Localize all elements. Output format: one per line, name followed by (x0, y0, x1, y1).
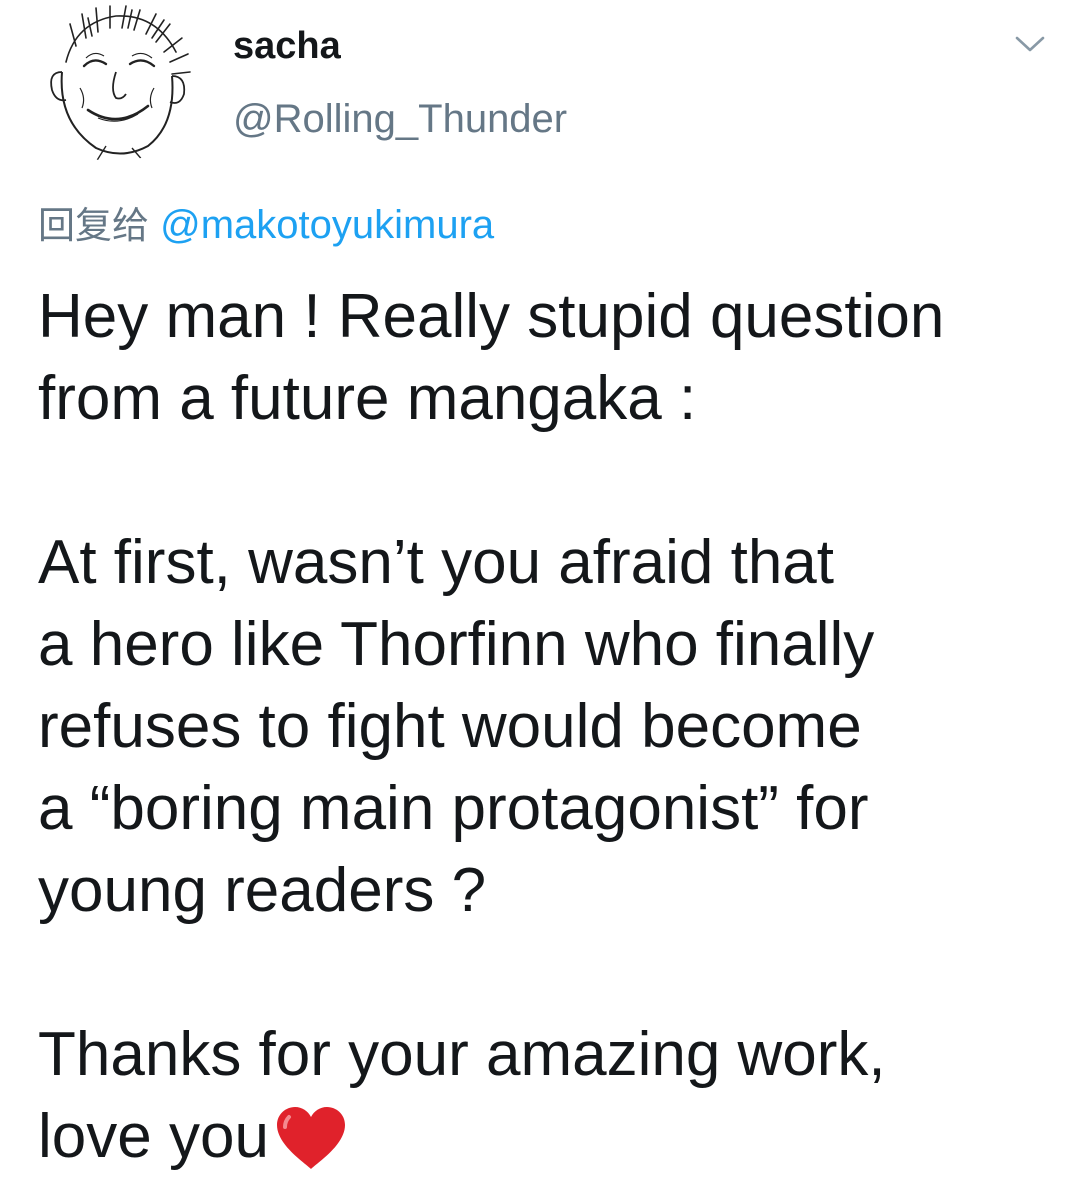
tweet-text-line: a hero like Thorfinn who finally (38, 610, 875, 679)
more-options-button[interactable] (1006, 22, 1054, 66)
tweet-text-line: a “boring main protagonist” for (38, 774, 869, 843)
display-name[interactable]: sacha (233, 24, 341, 68)
tweet-text-line: young readers ? (38, 856, 487, 925)
tweet-text-line: Thanks for your amazing work, (38, 1020, 886, 1089)
tweet-text-line: At first, wasn’t you afraid that (38, 528, 835, 597)
avatar[interactable] (36, 2, 196, 162)
tweet-text-line-last: love you (38, 1096, 1048, 1178)
reply-mention-link[interactable]: @makotoyukimura (160, 203, 494, 247)
paragraph-break (38, 932, 1048, 1014)
tweet-text-fragment: love you (38, 1102, 269, 1171)
user-handle[interactable]: @Rolling_Thunder (233, 96, 567, 142)
tweet-text-line: refuses to fight would become (38, 692, 862, 761)
red-heart-icon (275, 1105, 347, 1171)
tweet-text-line: from a future mangaka : (38, 364, 697, 433)
manga-face-avatar (36, 2, 196, 162)
chevron-down-icon (1015, 36, 1045, 52)
paragraph-break (38, 440, 1048, 522)
reply-context: 回复给 @makotoyukimura (38, 202, 494, 249)
tweet-body: Hey man ! Really stupid question from a … (38, 276, 1048, 1178)
tweet-text-line: Hey man ! Really stupid question (38, 282, 945, 351)
tweet: sacha @Rolling_Thunder 回复给 @makotoyukimu… (0, 0, 1068, 1202)
reply-prefix: 回复给 (38, 204, 149, 247)
